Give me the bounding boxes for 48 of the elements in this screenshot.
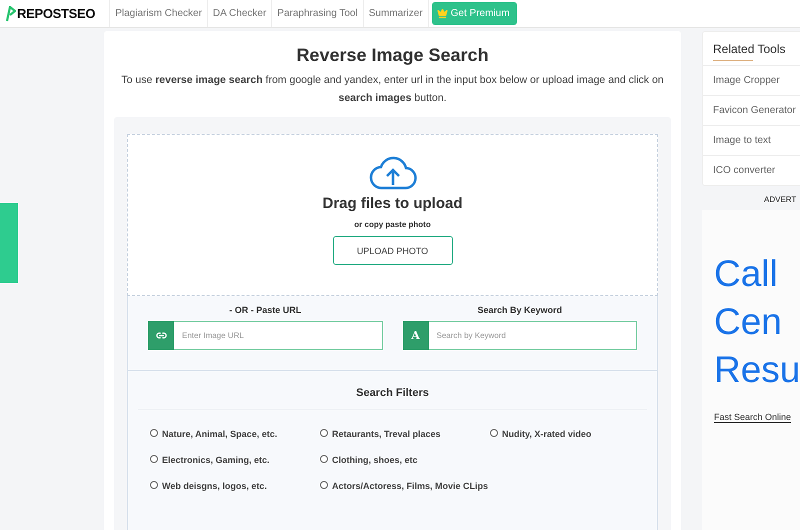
upload-dropzone[interactable]: Drag files to upload or copy paste photo UPLOAD PHOTO: [127, 134, 658, 296]
filter-option[interactable]: Electronics, Gaming, etc.: [150, 453, 320, 467]
logo-mark-icon: [6, 6, 16, 22]
upload-heading: Drag files to upload: [322, 195, 462, 212]
url-input-field[interactable]: Enter Image URL: [174, 321, 382, 350]
ad-headline: Call: [714, 252, 779, 296]
related-tool-link[interactable]: Favicon Generator: [703, 95, 800, 125]
upload-photo-button[interactable]: UPLOAD PHOTO: [332, 236, 452, 265]
filter-option[interactable]: Nudity, X-rated video: [490, 427, 660, 441]
advertisement[interactable]: Call Cen Resu Fast Search Online: [702, 210, 800, 530]
url-label: - OR - Paste URL: [228, 305, 302, 315]
ad-link[interactable]: Fast Search Online: [714, 412, 792, 423]
nav-link[interactable]: DA Checker: [208, 0, 272, 27]
radio-button[interactable]: [320, 455, 328, 463]
radio-button[interactable]: [320, 481, 328, 489]
filter-option[interactable]: Web deisgns, logos, etc.: [150, 479, 320, 493]
cloud-upload-icon: [368, 155, 416, 191]
ad-label: ADVERT: [763, 194, 798, 204]
radio-button[interactable]: [320, 429, 328, 437]
filter-option[interactable]: Retaurants, Treval places: [320, 427, 490, 441]
keyword-label: Search By Keyword: [476, 305, 564, 315]
radio-button[interactable]: [150, 455, 158, 463]
nav-link[interactable]: Plagiarism Checker: [110, 0, 208, 27]
radio-button[interactable]: [490, 429, 498, 437]
page-title: Reverse Image Search: [295, 45, 490, 66]
description: To use reverse image search from google and yandex, enter url in the input box below or upload image and click on search images button.: [120, 73, 665, 106]
upload-subheading: or copy paste photo: [354, 220, 431, 229]
nav-link[interactable]: Summarizer: [364, 0, 429, 27]
keyword-input-field[interactable]: Search by Keyword: [428, 321, 637, 350]
filter-option[interactable]: Nature, Animal, Space, etc.: [150, 427, 320, 441]
crown-icon: [436, 8, 448, 19]
letter-icon: A: [402, 321, 428, 350]
filters-title: Search Filters: [138, 387, 647, 410]
filter-option[interactable]: Clothing, shoes, etc: [320, 453, 490, 467]
radio-button[interactable]: [150, 429, 158, 437]
logo-text: REPOSTSEO: [17, 6, 96, 21]
logo[interactable]: REPOSTSEO: [0, 0, 110, 27]
nav-link[interactable]: Paraphrasing Tool: [272, 0, 364, 27]
ad-headline: Resu: [714, 348, 800, 392]
related-tools-title: Related Tools: [712, 41, 786, 58]
related-tool-link[interactable]: Image to text: [703, 125, 800, 155]
link-icon: [148, 321, 174, 350]
radio-button[interactable]: [150, 481, 158, 489]
title-underline: [713, 60, 753, 61]
filter-option[interactable]: Actors/Actoress, Films, Movie CLips: [320, 479, 490, 493]
ad-headline: Cen: [714, 300, 783, 344]
related-tool-link[interactable]: Image Cropper: [703, 65, 800, 95]
related-tool-link[interactable]: ICO converter: [703, 155, 800, 185]
